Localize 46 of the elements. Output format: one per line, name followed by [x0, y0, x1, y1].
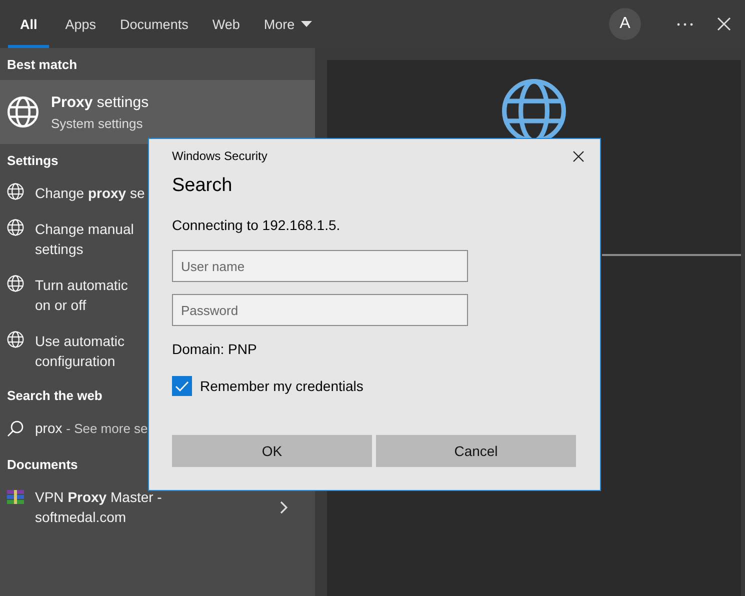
close-icon — [573, 150, 584, 162]
result-text[interactable]: Turn automatic — [35, 275, 128, 295]
result-title: Proxy settings — [51, 94, 149, 110]
result-text[interactable]: Change manual — [35, 219, 134, 239]
remember-checkbox[interactable] — [172, 376, 192, 396]
result-text[interactable]: settings — [35, 239, 84, 259]
result-text[interactable]: Change proxy se — [35, 183, 145, 203]
dialog-title: Search — [172, 175, 234, 197]
archive-icon — [7, 490, 24, 504]
chevron-right-icon[interactable] — [280, 500, 288, 514]
input-field[interactable]: Password — [172, 294, 468, 326]
document-title[interactable]: VPN Proxy Master - — [35, 487, 162, 507]
close-icon — [717, 17, 731, 31]
globe-icon — [7, 331, 24, 348]
section-header: Documents — [6, 456, 79, 474]
avatar[interactable]: A — [609, 8, 641, 40]
document-title[interactable]: softmedal.com — [35, 507, 126, 527]
dialog-app-title: Windows Security — [172, 149, 268, 163]
globe-icon — [7, 275, 24, 292]
more-icon — [677, 22, 693, 26]
result-text[interactable]: on or off — [35, 295, 86, 315]
checkbox-label: Remember my credentials — [200, 378, 364, 394]
cancel-button[interactable]: Cancel — [376, 435, 576, 467]
globe-icon — [7, 183, 24, 200]
section-header: Best match — [6, 56, 78, 74]
result-text[interactable]: configuration — [35, 351, 116, 371]
globe-icon — [7, 219, 24, 236]
search-icon — [7, 420, 24, 437]
checkmark-icon — [175, 380, 189, 392]
more-dropdown[interactable]: More — [252, 0, 324, 48]
result-text[interactable]: Use automatic — [35, 331, 124, 351]
section-header: Search the web — [6, 386, 104, 404]
search-tab[interactable]: Web — [200, 0, 252, 48]
globe-icon — [7, 96, 39, 128]
search-tab[interactable]: Apps — [53, 0, 108, 48]
input-field[interactable]: User name — [172, 250, 468, 282]
domain-text: Domain: PNP — [172, 341, 258, 357]
section-header: Settings — [6, 152, 60, 170]
best-match-item[interactable]: Proxy settings System settings — [0, 80, 315, 144]
web-search-text[interactable]: prox - See more se — [35, 418, 148, 439]
search-tab[interactable]: Documents — [108, 0, 200, 48]
caret-icon — [300, 20, 312, 28]
dialog-close-button[interactable] — [573, 150, 584, 162]
ok-button[interactable]: OK — [172, 435, 372, 467]
dialog-message: Connecting to 192.168.1.5. — [172, 217, 342, 233]
result-subtitle: System settings — [51, 116, 144, 130]
